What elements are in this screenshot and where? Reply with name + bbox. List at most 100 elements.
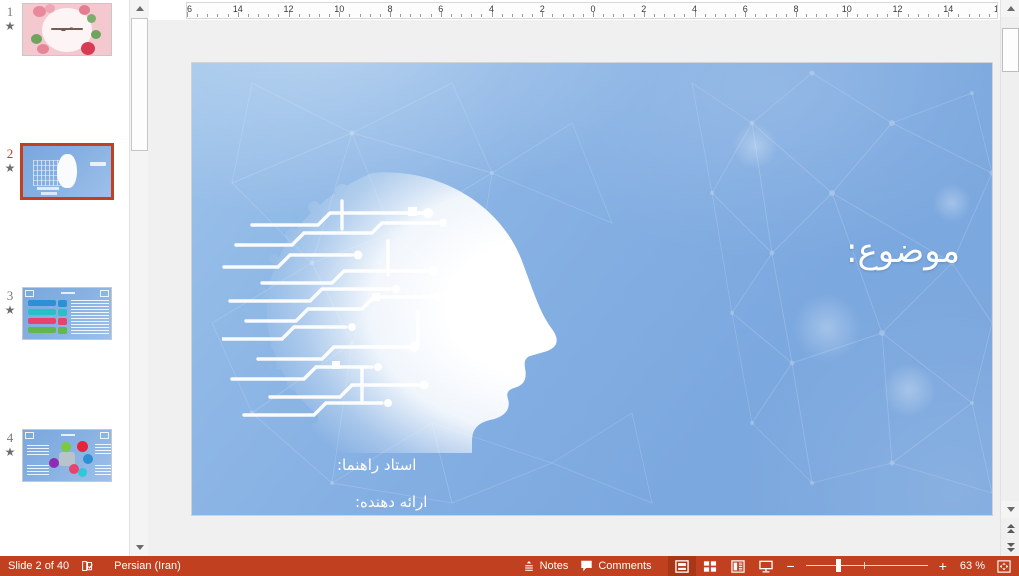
slide-sorter-button[interactable] <box>696 556 724 576</box>
ruler-minor-tick <box>674 14 676 17</box>
next-slide-button[interactable] <box>1001 538 1019 556</box>
zoom-out-button[interactable]: − <box>780 556 802 576</box>
reading-view-icon <box>730 559 745 573</box>
ruler-minor-tick <box>430 14 432 17</box>
ruler-minor-tick <box>877 14 879 17</box>
star-icon: ★ <box>4 303 16 317</box>
comments-label: Comments <box>598 560 652 572</box>
thumbnail-slide-3[interactable]: 3 ★ <box>0 284 129 355</box>
spellcheck-book-icon <box>82 560 94 571</box>
slide-sorter-icon <box>703 560 716 572</box>
ruler-minor-tick <box>258 14 260 17</box>
language-button[interactable]: Persian (Iran) <box>108 556 187 576</box>
notes-button[interactable]: Notes <box>517 556 575 576</box>
ruler-minor-tick <box>613 14 615 17</box>
ruler-minor-tick <box>511 14 513 17</box>
ruler-minor-tick <box>349 14 351 17</box>
thumbnail-preview[interactable] <box>22 429 112 482</box>
editor-scroll-down-button[interactable] <box>1001 501 1019 518</box>
ruler-minor-tick <box>704 14 706 17</box>
thumbnail-scroll-down-button[interactable] <box>130 539 149 556</box>
zoom-in-button[interactable]: + <box>932 556 954 576</box>
ruler-minor-tick <box>724 14 726 17</box>
thumbnail-preview[interactable] <box>22 287 112 340</box>
thumbnail-preview-selected[interactable] <box>20 143 114 200</box>
ruler-minor-tick <box>735 14 737 17</box>
next-slide-icon-2 <box>1006 547 1015 552</box>
ruler-minor-tick <box>826 14 828 17</box>
ruler-tick-label: 16 <box>994 4 997 14</box>
ruler-minor-tick <box>329 14 331 17</box>
ruler-minor-tick <box>684 14 686 17</box>
current-slide[interactable]: موضوع: استاد راهنما: ارائه دهنده: <box>192 63 992 515</box>
ruler-minor-tick <box>775 14 777 17</box>
ruler-tick-label: 8 <box>793 4 799 14</box>
ruler-minor-tick <box>785 14 787 17</box>
ruler-minor-tick <box>958 14 960 17</box>
reading-view-button[interactable] <box>724 556 752 576</box>
ruler-minor-tick <box>450 14 452 17</box>
ruler-minor-tick <box>917 14 919 17</box>
zoom-slider[interactable] <box>802 556 932 576</box>
thumbnail-scrollbar-thumb[interactable] <box>131 18 148 151</box>
thumbnail-slide-2[interactable]: 2 ★ <box>0 142 129 213</box>
ruler-minor-tick <box>755 14 757 17</box>
normal-view-button[interactable] <box>667 556 696 576</box>
thumbnail-scroll-up-button[interactable] <box>130 0 149 17</box>
ruler-minor-tick <box>988 14 990 17</box>
ruler-minor-tick <box>867 14 869 17</box>
editor-vertical-scrollbar[interactable] <box>1000 0 1019 556</box>
ruler-tick-label: 14 <box>232 4 243 14</box>
ruler-tick-label: 10 <box>334 4 345 14</box>
thumbnail-slide-4[interactable]: 4 ★ <box>0 426 129 497</box>
slide-editing-area[interactable]: موضوع: استاد راهنما: ارائه دهنده: <box>148 20 1000 556</box>
thumbnail-preview[interactable] <box>22 3 112 56</box>
next-slide-icon <box>1006 542 1015 547</box>
ruler-minor-tick <box>471 14 473 17</box>
ruler-tick-label: 6 <box>742 4 748 14</box>
ruler-minor-tick <box>887 14 889 17</box>
comment-bubble-icon <box>581 560 593 572</box>
horizontal-ruler[interactable]: 16 14 12 10 8 6 4 2 0 2 4 6 8 10 12 14 16 <box>186 2 998 19</box>
ruler-minor-tick <box>379 14 381 17</box>
ruler-minor-tick <box>765 14 767 17</box>
slide-title-text[interactable]: موضوع: <box>846 231 960 271</box>
comments-button[interactable]: Comments <box>574 556 657 576</box>
scroll-down-icon <box>135 545 144 550</box>
previous-slide-icon-2 <box>1006 528 1015 533</box>
ruler-minor-tick <box>369 14 371 17</box>
editor-scroll-up-button[interactable] <box>1001 0 1019 17</box>
ruler-minor-tick <box>714 14 716 17</box>
ruler-minor-tick <box>247 14 249 17</box>
scrollbar-track[interactable] <box>1001 17 1019 501</box>
star-icon: ★ <box>4 445 16 459</box>
slide-thumbnail-pane[interactable]: 1 ★ 2 ★ 3 ★ 4 ★ <box>0 0 129 556</box>
ruler-tick-label: 0 <box>590 4 596 14</box>
ruler-tick-label: 4 <box>488 4 495 14</box>
ruler-tick-label: 2 <box>539 4 545 14</box>
zoom-level-button[interactable]: 63 % <box>954 556 991 576</box>
thumbnail-pane-scrollbar[interactable] <box>129 0 149 556</box>
zoom-slider-handle[interactable] <box>835 559 841 572</box>
presenter-label-text[interactable]: ارائه دهنده: <box>355 493 427 511</box>
ruler-minor-tick <box>197 14 199 17</box>
ruler-minor-tick <box>359 14 361 17</box>
slide-show-button[interactable] <box>752 556 780 576</box>
ruler-minor-tick <box>308 14 310 17</box>
previous-slide-button[interactable] <box>1001 519 1019 537</box>
ruler-minor-tick <box>227 14 229 17</box>
ruler-tick-label: 10 <box>841 4 852 14</box>
thumbnail-slide-1[interactable]: 1 ★ <box>0 0 129 71</box>
ruler-tick-label: 6 <box>438 4 444 14</box>
ruler-minor-tick <box>816 14 818 17</box>
status-bar: Slide 2 of 40 Persian (Iran) Notes Comme… <box>0 556 1019 576</box>
ruler-minor-tick <box>927 14 929 17</box>
ruler-minor-tick <box>623 14 625 17</box>
slide-indicator[interactable]: Slide 2 of 40 <box>0 556 75 576</box>
editor-scrollbar-thumb[interactable] <box>1002 28 1019 72</box>
ruler-minor-tick <box>410 14 412 17</box>
proofing-status-button[interactable] <box>75 556 100 576</box>
fit-to-window-button[interactable] <box>991 556 1019 576</box>
supervisor-label-text[interactable]: استاد راهنما: <box>337 456 416 474</box>
ruler-minor-tick <box>268 14 270 17</box>
